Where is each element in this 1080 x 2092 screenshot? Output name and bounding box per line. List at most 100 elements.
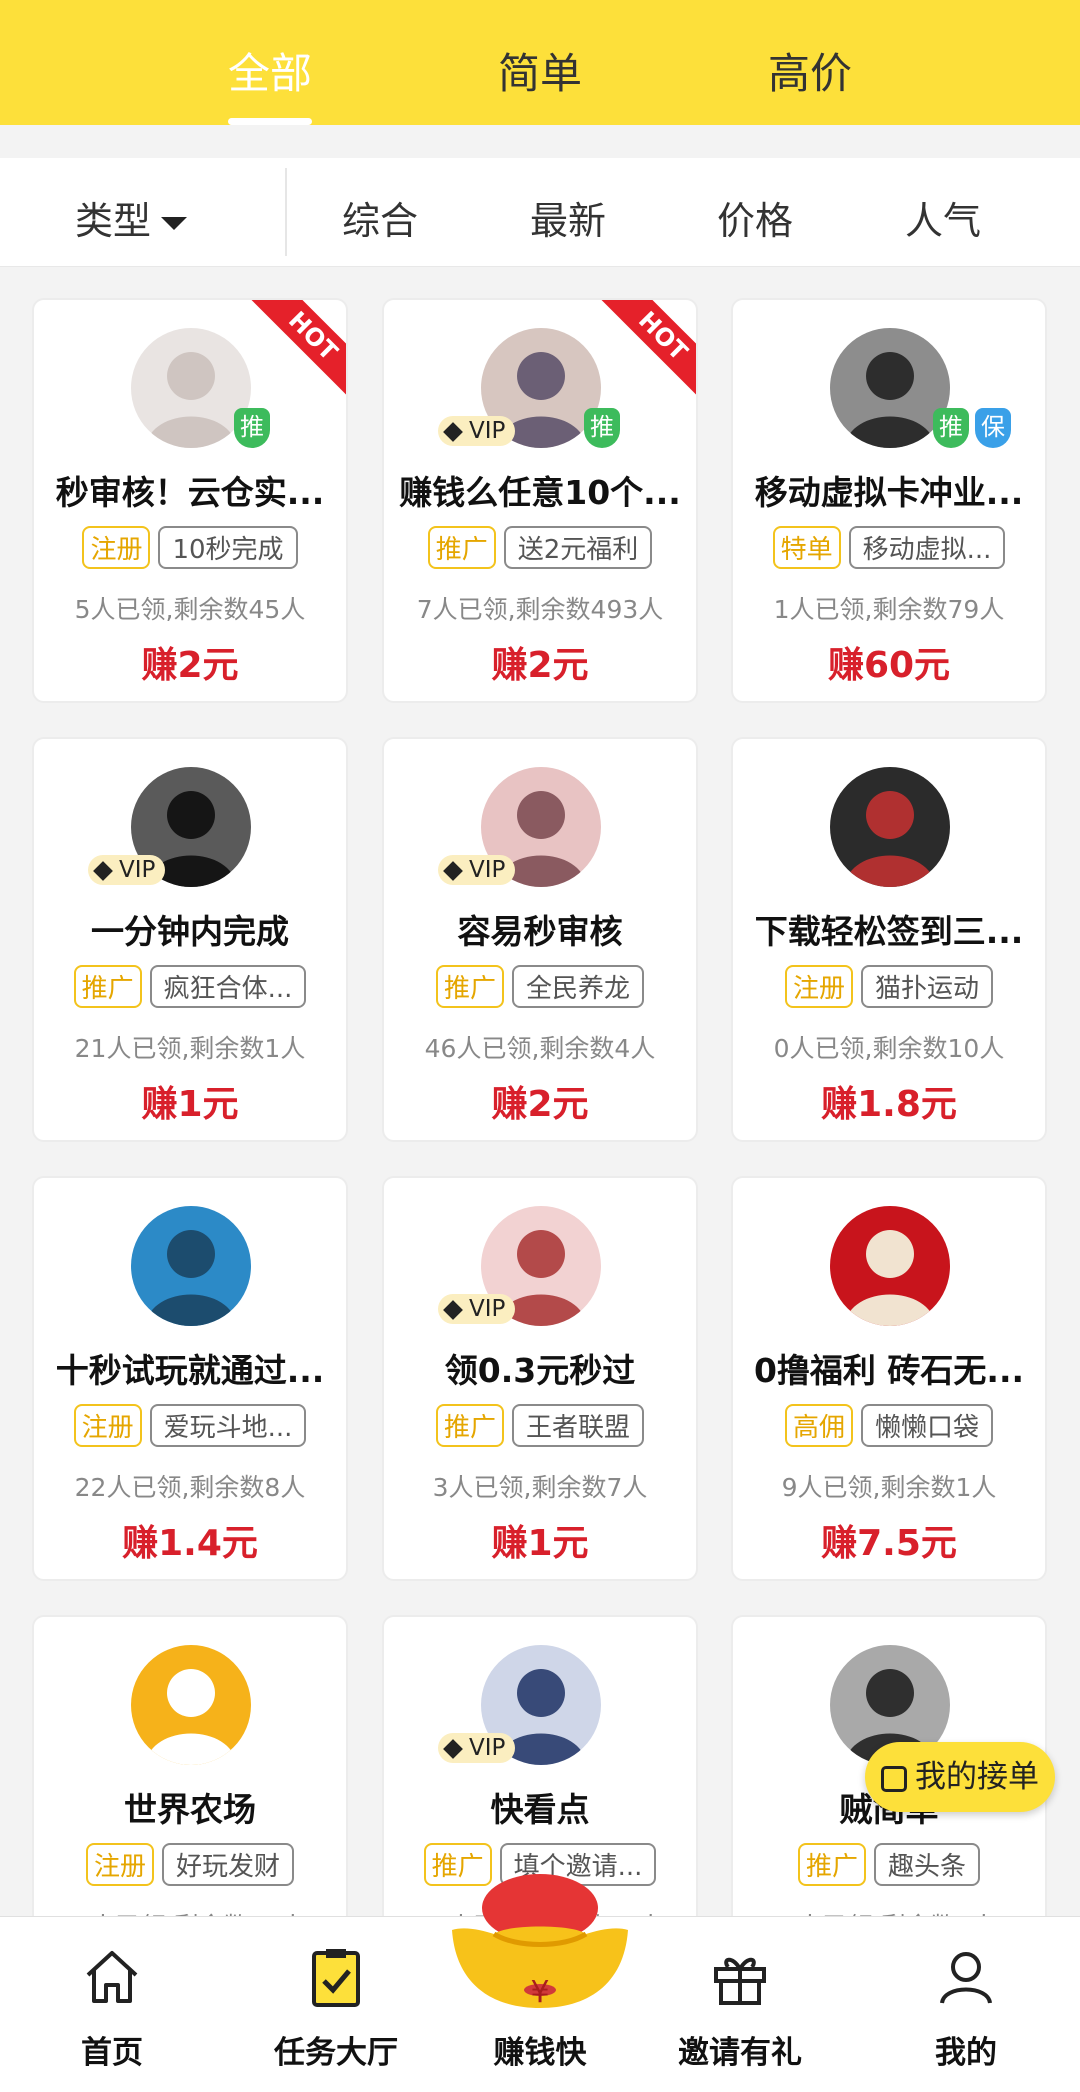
reward-amount: 赚1.8元 <box>821 1084 957 1125</box>
task-tags: 注册 好玩发财 <box>34 1843 346 1886</box>
diamond-icon <box>443 1299 463 1320</box>
reward-amount: 赚1.4元 <box>122 1523 258 1564</box>
reward-amount: 赚60元 <box>827 645 951 686</box>
claim-count: 9人已领,剩余数1人 <box>781 1473 997 1502</box>
vip-label: VIP <box>469 1296 506 1322</box>
type-filter-button[interactable]: 类型 <box>75 190 188 245</box>
task-title: 容易秒审核 <box>457 912 623 951</box>
sort-price[interactable]: 价格 <box>717 190 793 245</box>
nav-home-label: 首页 <box>81 2035 143 2071</box>
hot-ribbon: HOT <box>597 300 696 402</box>
sort-popularity[interactable]: 人气 <box>905 190 981 245</box>
category-tag: 特单 <box>772 526 841 569</box>
tab-all[interactable]: 全部 <box>170 40 370 101</box>
task-card[interactable]: VIP 一分钟内完成 推广 疯狂合体... 21人已领,剩余数1人 赚1元 <box>32 737 348 1142</box>
app-name-tag: 送2元福利 <box>503 526 653 569</box>
task-title: 领0.3元秒过 <box>444 1351 636 1390</box>
vip-badge: VIP <box>438 416 516 446</box>
task-card[interactable]: 0撸福利 砖石无... 高佣 懒懒口袋 9人已领,剩余数1人赚7.5元 <box>731 1176 1047 1581</box>
app-name-tag: 猫扑运动 <box>861 965 994 1008</box>
app-name-tag: 懒懒口袋 <box>861 1404 994 1447</box>
avatar <box>830 767 950 887</box>
task-card[interactable]: VIP 领0.3元秒过 推广 王者联盟 3人已领,剩余数7人 赚1元 <box>382 1176 698 1581</box>
vip-badge: VIP <box>438 1733 516 1763</box>
category-tag: 推广 <box>427 526 496 569</box>
avatar <box>830 328 950 448</box>
task-tags: 注册 10秒完成 <box>34 526 346 569</box>
task-title: 0撸福利 砖石无... <box>753 1351 1025 1390</box>
claim-count: 5人已领,剩余数45人 <box>74 595 306 624</box>
task-tags: 注册 爱玩斗地... <box>34 1404 346 1447</box>
diamond-icon <box>443 860 463 881</box>
claim-count: 7人已领,剩余数493人 <box>416 595 664 624</box>
svg-text:¥: ¥ <box>530 1975 549 2010</box>
vip-label: VIP <box>469 418 506 444</box>
task-title: 赚钱么任意10个... <box>399 473 681 512</box>
nav-mine[interactable]: 我的 <box>866 1917 1066 2092</box>
reward-amount: 赚7.5元 <box>821 1523 957 1564</box>
clipboard-check-icon <box>312 1949 360 2007</box>
reward-amount: 赚2元 <box>491 645 589 686</box>
task-tags: 特单 移动虚拟... <box>733 526 1045 569</box>
nav-task-hall[interactable]: 任务大厅 <box>236 1917 436 2092</box>
sort-newest[interactable]: 最新 <box>530 190 606 245</box>
claim-count: 0人已领,剩余数10人 <box>773 1034 1005 1063</box>
top-tab-bar: 全部 简单 高价 <box>0 0 1080 125</box>
reward-amount: 赚2元 <box>491 1084 589 1125</box>
category-tag: 注册 <box>784 965 853 1008</box>
sort-comprehensive[interactable]: 综合 <box>342 190 418 245</box>
avatar <box>131 1645 251 1765</box>
task-card[interactable]: 十秒试玩就通过... 注册 爱玩斗地... 22人已领,剩余数8人赚1.4元 <box>32 1176 348 1581</box>
task-title: 移动虚拟卡冲业... <box>754 473 1024 512</box>
category-tag: 推广 <box>73 965 142 1008</box>
category-tag: 注册 <box>82 526 151 569</box>
app-name-tag: 全民养龙 <box>512 965 645 1008</box>
vip-label: VIP <box>119 857 156 883</box>
task-grid: 推 HOT 秒审核！云仓实... 注册 10秒完成 5人已领,剩余数45人 赚2元 VIP 推 H… <box>0 266 1080 1916</box>
avatar <box>830 1206 950 1326</box>
home-icon <box>86 1951 138 2003</box>
avatar <box>131 1206 251 1326</box>
sort-bar: 类型 综合 最新 价格 人气 <box>0 158 1080 267</box>
gold-ingot-icon[interactable]: ¥ <box>446 1868 634 2018</box>
category-tag: 高佣 <box>784 1404 853 1447</box>
task-card[interactable]: VIP 容易秒审核推广 全民养龙 46人已领,剩余数4人赚2元 <box>382 737 698 1142</box>
recommend-shield-badge: 推 <box>933 408 969 448</box>
task-card[interactable]: 下载轻松签到三... 注册 猫扑运动 0人已领,剩余数10人赚1.8元 <box>731 737 1047 1142</box>
nav-invite-label: 邀请有礼 <box>678 2035 802 2071</box>
my-orders-button[interactable]: 我的接单 <box>865 1742 1055 1812</box>
task-card[interactable]: 推保移动虚拟卡冲业... 特单 移动虚拟... 1人已领,剩余数79人 赚60元 <box>731 298 1047 703</box>
claim-count: 1人已领,剩余数79人 <box>773 595 1005 624</box>
task-card[interactable]: 推 HOT 秒审核！云仓实... 注册 10秒完成 5人已领,剩余数45人 赚2元 <box>32 298 348 703</box>
tab-simple[interactable]: 简单 <box>440 40 640 101</box>
claim-count: 22人已领,剩余数8人 <box>74 1473 306 1502</box>
nav-home[interactable]: 首页 <box>12 1917 212 2092</box>
app-name-tag: 10秒完成 <box>158 526 298 569</box>
vip-badge: VIP <box>438 855 516 885</box>
category-tag: 注册 <box>73 1404 142 1447</box>
category-tag: 推广 <box>797 1843 866 1886</box>
vip-label: VIP <box>469 1735 506 1761</box>
diamond-icon <box>443 421 463 442</box>
vip-badge: VIP <box>438 1294 516 1324</box>
app-name-tag: 王者联盟 <box>512 1404 645 1447</box>
task-card[interactable]: 世界农场注册好玩发财 0人已领,剩余数10人 <box>32 1615 348 1916</box>
avatar <box>131 328 251 448</box>
task-title: 十秒试玩就通过... <box>55 1351 325 1390</box>
claim-count: 21人已领,剩余数1人 <box>74 1034 306 1063</box>
task-title: 世界农场 <box>124 1790 256 1829</box>
tab-high-price[interactable]: 高价 <box>710 40 910 101</box>
category-tag: 注册 <box>85 1843 154 1886</box>
nav-task-hall-label: 任务大厅 <box>274 2035 398 2071</box>
task-tags: 注册 猫扑运动 <box>733 965 1045 1008</box>
task-card[interactable]: VIP 推 HOT 赚钱么任意10个... 推广 送2元福利 7人已领,剩余数493人 赚2元 <box>382 298 698 703</box>
task-tags: 推广 送2元福利 <box>384 526 696 569</box>
claim-count: 3人已领,剩余数7人 <box>432 1473 648 1502</box>
nav-invite[interactable]: 邀请有礼 <box>640 1917 840 2092</box>
claim-count: 46人已领,剩余数4人 <box>424 1034 656 1063</box>
user-icon <box>940 1952 992 2004</box>
category-tag: 推广 <box>435 965 504 1008</box>
task-title: 下载轻松签到三... <box>754 912 1024 951</box>
category-tag: 推广 <box>435 1404 504 1447</box>
active-tab-indicator <box>228 118 312 125</box>
